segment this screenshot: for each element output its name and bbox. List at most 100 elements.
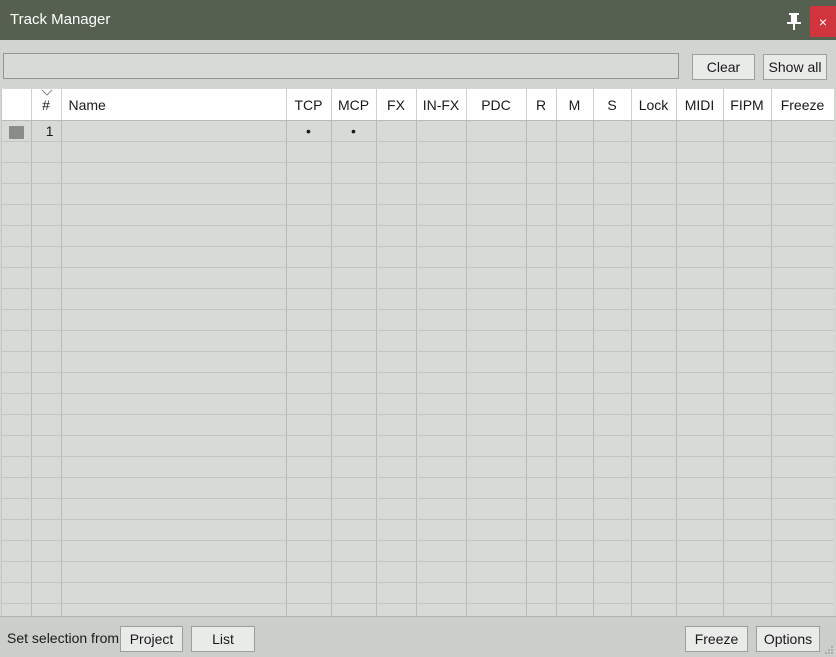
empty-cell [631, 267, 677, 289]
empty-cell [676, 414, 724, 436]
empty-cell [286, 414, 332, 436]
empty-cell [416, 246, 467, 268]
empty-cell [723, 288, 772, 310]
empty-cell [556, 351, 594, 373]
fipm-cell[interactable] [723, 120, 772, 142]
empty-cell [331, 183, 377, 205]
empty-cell [631, 162, 677, 184]
empty-cell [556, 225, 594, 247]
table-row-empty [2, 351, 834, 373]
empty-cell [526, 204, 557, 226]
column-header-mcp[interactable]: MCP [331, 89, 377, 121]
empty-cell [676, 309, 724, 331]
column-header-pdc[interactable]: PDC [466, 89, 527, 121]
empty-cell [593, 540, 632, 562]
empty-cell [2, 561, 32, 583]
empty-cell [416, 477, 467, 499]
lock-cell[interactable] [631, 120, 677, 142]
empty-cell [466, 603, 527, 616]
pdc-cell[interactable] [466, 120, 527, 142]
empty-cell [556, 246, 594, 268]
column-header-tcp[interactable]: TCP [286, 89, 332, 121]
empty-cell [771, 162, 834, 184]
empty-cell [416, 372, 467, 394]
in-fx-cell[interactable] [416, 120, 467, 142]
table-row[interactable]: 1 • • [2, 120, 834, 142]
empty-cell [771, 561, 834, 583]
column-header-midi[interactable]: MIDI [676, 89, 724, 121]
midi-cell[interactable] [676, 120, 724, 142]
empty-cell [593, 456, 632, 478]
empty-cell [31, 162, 62, 184]
column-header-fipm[interactable]: FIPM [723, 89, 772, 121]
empty-cell [631, 393, 677, 415]
freeze-button[interactable]: Freeze [685, 626, 748, 652]
empty-cell [723, 372, 772, 394]
column-header-color[interactable] [2, 89, 32, 121]
column-header-s[interactable]: S [593, 89, 632, 121]
clear-button[interactable]: Clear [692, 54, 755, 80]
empty-cell [723, 435, 772, 457]
empty-cell [676, 477, 724, 499]
empty-cell [2, 477, 32, 499]
empty-cell [723, 351, 772, 373]
column-header-m[interactable]: M [556, 89, 594, 121]
filter-input[interactable] [3, 53, 679, 79]
list-button[interactable]: List [191, 626, 255, 652]
empty-cell [466, 225, 527, 247]
empty-cell [631, 246, 677, 268]
empty-cell [61, 393, 287, 415]
empty-cell [676, 498, 724, 520]
empty-cell [61, 162, 287, 184]
mcp-cell[interactable]: • [331, 120, 377, 142]
empty-cell [2, 183, 32, 205]
empty-cell [631, 372, 677, 394]
column-header-name[interactable]: Name [61, 89, 287, 121]
empty-cell [286, 246, 332, 268]
r-cell[interactable] [526, 120, 557, 142]
m-cell[interactable] [556, 120, 594, 142]
empty-cell [771, 540, 834, 562]
empty-cell [631, 519, 677, 541]
fx-cell[interactable] [376, 120, 417, 142]
column-header-freeze[interactable]: Freeze [771, 89, 834, 121]
s-cell[interactable] [593, 120, 632, 142]
empty-cell [556, 141, 594, 163]
track-color-cell[interactable] [2, 120, 32, 142]
empty-cell [416, 162, 467, 184]
empty-cell [676, 288, 724, 310]
empty-cell [61, 267, 287, 289]
show-all-button[interactable]: Show all [763, 54, 827, 80]
options-button[interactable]: Options [756, 626, 820, 652]
empty-cell [723, 561, 772, 583]
column-header-lock[interactable]: Lock [631, 89, 677, 121]
empty-cell [2, 204, 32, 226]
empty-cell [376, 183, 417, 205]
empty-cell [31, 183, 62, 205]
resize-grip-icon[interactable] [824, 645, 834, 655]
close-button[interactable]: × [810, 6, 836, 37]
empty-cell [376, 204, 417, 226]
empty-cell [556, 330, 594, 352]
project-button[interactable]: Project [120, 626, 183, 652]
empty-cell [466, 393, 527, 415]
empty-cell [593, 351, 632, 373]
column-header-number[interactable]: # [31, 89, 62, 121]
column-header-fx[interactable]: FX [376, 89, 417, 121]
track-name-cell[interactable] [61, 120, 287, 142]
empty-cell [723, 183, 772, 205]
empty-cell [631, 414, 677, 436]
empty-cell [31, 246, 62, 268]
empty-cell [723, 540, 772, 562]
freeze-cell[interactable] [771, 120, 834, 142]
column-header-r[interactable]: R [526, 89, 557, 121]
tcp-cell[interactable]: • [286, 120, 332, 142]
pin-icon[interactable] [785, 12, 803, 30]
empty-cell [416, 141, 467, 163]
empty-cell [771, 372, 834, 394]
empty-cell [556, 582, 594, 604]
column-header-in-fx[interactable]: IN-FX [416, 89, 467, 121]
empty-cell [31, 498, 62, 520]
empty-cell [593, 309, 632, 331]
empty-cell [676, 141, 724, 163]
